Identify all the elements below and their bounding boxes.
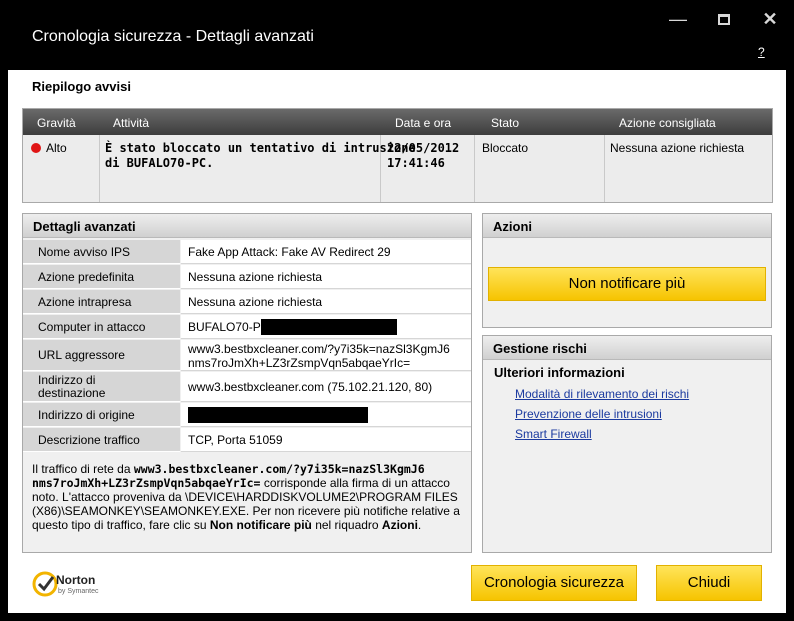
help-link[interactable]: ? — [758, 45, 765, 59]
norton-wordmark: Norton — [56, 573, 96, 587]
norton-logo: Norton by Symantec — [32, 571, 112, 601]
detail-row-attacking-computer: Computer in attacco BUFALO70-PC — [23, 315, 471, 339]
detail-value: www3.bestbxcleaner.com/?y7i35k=nazSl3Kgm… — [181, 340, 471, 371]
history-button[interactable]: Cronologia sicurezza — [471, 565, 637, 601]
detail-value: www3.bestbxcleaner.com (75.102.21.120, 8… — [181, 372, 471, 402]
detail-row-traffic: Descrizione traffico TCP, Porta 51059 — [23, 428, 471, 452]
detail-label: URL aggressore — [23, 340, 180, 371]
risk-panel: Gestione rischi Ulteriori informazioni M… — [482, 335, 772, 553]
detail-value: TCP, Porta 51059 — [181, 428, 471, 452]
col-date[interactable]: Data e ora — [395, 116, 451, 130]
details-panel: Dettagli avanzati Nome avviso IPS Fake A… — [22, 213, 472, 553]
detail-label: Indirizzo di destinazione — [23, 372, 180, 402]
detail-row-origin: Indirizzo di origine — [23, 403, 471, 427]
detail-row-default-action: Azione predefinita Nessuna azione richie… — [23, 265, 471, 289]
detail-label: Azione predefinita — [23, 265, 180, 289]
redacted-block — [188, 407, 368, 423]
dialog-body: Riepilogo avvisi Gravità Attività Data e… — [8, 70, 786, 613]
link-risk-detection[interactable]: Modalità di rilevamento dei rischi — [515, 387, 689, 401]
redacted-block — [261, 319, 397, 335]
detail-value — [181, 403, 471, 427]
detail-row-destination: Indirizzo di destinazione www3.bestbxcle… — [23, 372, 471, 402]
detail-label: Azione intrapresa — [23, 290, 180, 314]
details-title: Dettagli avanzati — [23, 214, 471, 238]
activity-cell: È stato bloccato un tentativo di intrusi… — [105, 141, 416, 170]
description-text: Il traffico di rete da www3.bestbxcleane… — [32, 462, 460, 532]
close-icon[interactable]: ✕ — [758, 8, 782, 30]
maximize-icon[interactable] — [712, 8, 736, 30]
window-title: Cronologia sicurezza - Dettagli avanzati — [32, 28, 314, 45]
date-cell: 22/05/2012 17:41:46 — [387, 141, 460, 170]
status-cell: Bloccato — [482, 141, 529, 155]
do-not-notify-button[interactable]: Non notificare più — [488, 267, 766, 301]
detail-value: Nessuna azione richiesta — [181, 265, 471, 289]
recommended-action-cell: Nessuna azione richiesta — [610, 141, 745, 155]
norton-tagline: by Symantec — [58, 588, 99, 595]
actions-panel: Azioni Non notificare più — [482, 213, 772, 328]
detail-value: Nessuna azione richiesta — [181, 290, 471, 314]
more-info-heading: Ulteriori informazioni — [494, 365, 625, 380]
summary-title: Riepilogo avvisi — [32, 79, 131, 94]
col-status[interactable]: Stato — [491, 116, 519, 130]
actions-title: Azioni — [483, 214, 771, 238]
col-severity[interactable]: Gravità — [37, 116, 76, 130]
detail-row-ips-name: Nome avviso IPS Fake App Attack: Fake AV… — [23, 240, 471, 264]
norton-check-icon — [32, 571, 58, 597]
detail-value: Fake App Attack: Fake AV Redirect 29 — [181, 240, 471, 264]
alert-summary-table: Gravità Attività Data e ora Stato Azione… — [22, 108, 773, 203]
minimize-icon[interactable]: — — [666, 8, 690, 30]
risk-title: Gestione rischi — [483, 336, 771, 360]
summary-header: Gravità Attività Data e ora Stato Azione… — [23, 109, 772, 135]
detail-label: Indirizzo di origine — [23, 403, 180, 427]
link-intrusion-prevention[interactable]: Prevenzione delle intrusioni — [515, 407, 662, 421]
link-smart-firewall[interactable]: Smart Firewall — [515, 427, 592, 441]
detail-label: Computer in attacco — [23, 315, 180, 339]
detail-row-action-taken: Azione intrapresa Nessuna azione richies… — [23, 290, 471, 314]
title-bar: Cronologia sicurezza - Dettagli avanzati… — [0, 0, 794, 70]
close-button[interactable]: Chiudi — [656, 565, 762, 601]
severity-high-icon — [31, 143, 41, 153]
col-recommended-action[interactable]: Azione consigliata — [619, 116, 716, 130]
detail-value: BUFALO70-PC — [181, 315, 471, 339]
detail-label: Nome avviso IPS — [23, 240, 180, 264]
severity-cell: Alto — [31, 141, 67, 155]
detail-row-attacker-url: URL aggressore www3.bestbxcleaner.com/?y… — [23, 340, 471, 371]
col-activity[interactable]: Attività — [113, 116, 149, 130]
detail-label: Descrizione traffico — [23, 428, 180, 452]
